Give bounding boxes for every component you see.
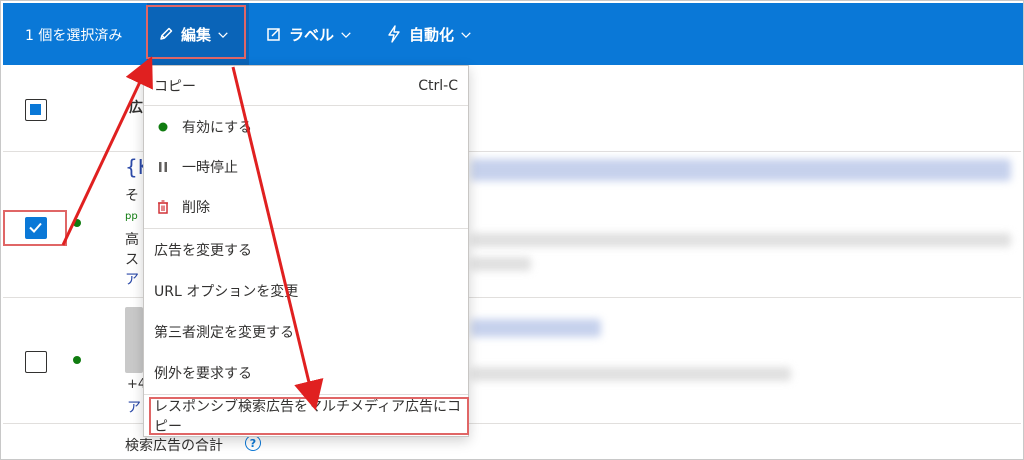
arrow-checkbox-to-edit [61, 56, 153, 246]
annotation-arrows [61, 56, 324, 411]
screenshot-frame: 1 個を選択済み 編集 ラベル 自動化 広 {K そ pp 高 ス ア +4 ア… [0, 0, 1024, 460]
arrow-edit-to-menu-item [231, 66, 324, 411]
